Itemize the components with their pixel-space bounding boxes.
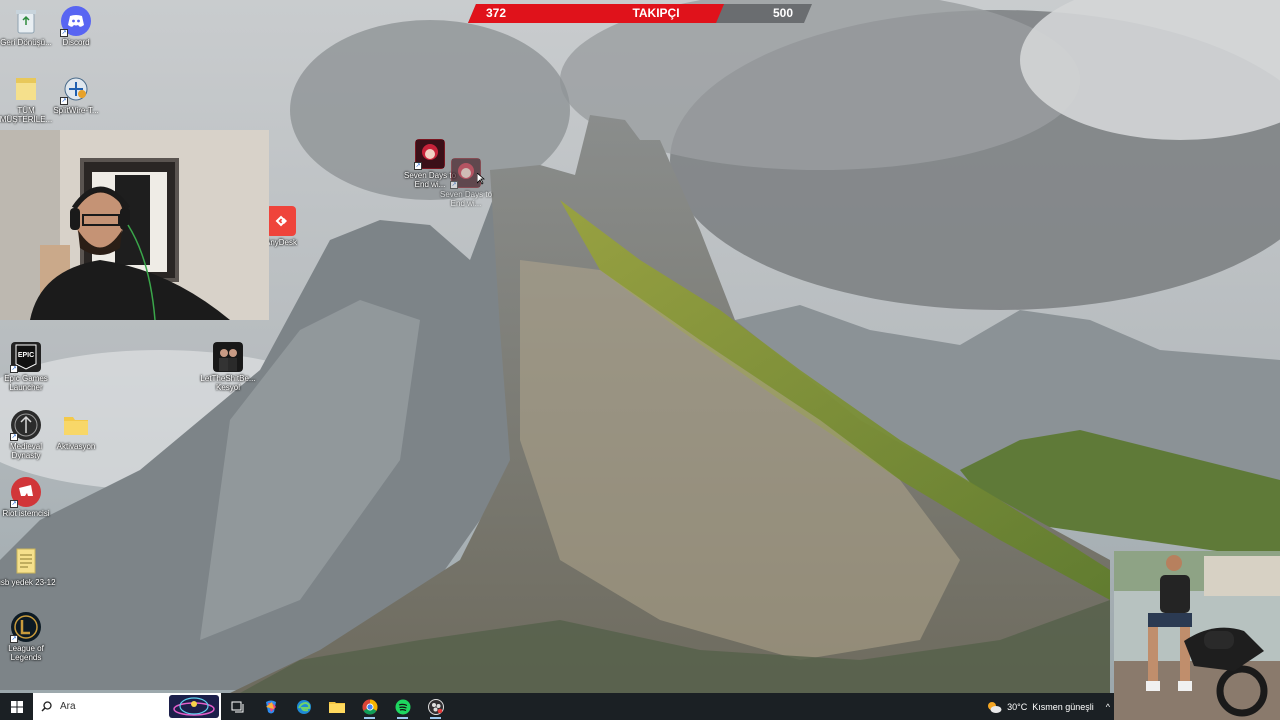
windows-logo-icon [10,700,23,713]
edge-button[interactable] [287,693,320,720]
edge-icon [296,699,311,714]
epic-games-icon: EPIC ↗ [10,342,41,373]
desktop-icon-recycle-bin[interactable]: Geri Dönüşü... [0,6,52,47]
desktop-icon-label: Seven Days to End wi... [439,190,493,208]
weather-temperature: 30°C [1007,701,1028,712]
search-highlight-image [169,695,219,718]
chrome-icon [362,699,377,714]
goal-label: TAKIPÇI [632,6,680,20]
desktop-icon-splitwire[interactable]: ↗ SplitWire-T... [50,74,102,115]
webcam-overlay-secondary [1114,551,1280,720]
desktop-icon-label: Discord [62,38,90,47]
file-explorer-icon [328,702,345,713]
folder-icon [11,74,41,104]
desktop-icon-label: Riot istemcisi [2,509,50,518]
system-tray: 30°C Kısmen güneşli ^ [986,693,1114,720]
folder-icon [61,410,91,440]
show-hidden-icons-chevron-icon[interactable]: ^ [1106,702,1110,712]
text-file-icon [11,546,41,576]
weather-widget[interactable]: 30°C Kısmen güneşli [986,700,1094,714]
search-icon [41,701,52,712]
desktop-icon-medieval-dynasty[interactable]: ↗ Medieval Dynasty [0,410,52,460]
desktop-wallpaper [0,0,1280,720]
start-button[interactable] [0,693,33,720]
discord-icon: ↗ [60,6,91,37]
desktop-icon-riot[interactable]: ↗ Riot istemcisi [0,477,52,518]
splitwire-icon: ↗ [60,74,91,105]
medieval-dynasty-icon: ↗ [10,410,41,441]
desktop-icon-folder-musteriler[interactable]: TÜM MÜŞTERİLE... [0,74,52,124]
follower-goal-bar: 372 TAKIPÇI 500 [468,4,812,23]
goal-target-count: 500 [773,6,794,20]
desktop-icon-label: Epic Games Launcher [4,374,48,392]
desktop-icon-label: LetTheShitBe... Kesyol [200,374,256,392]
file-explorer-button[interactable] [320,693,353,720]
desktop-icon-aktivasyon[interactable]: Aktivasyon [50,410,102,451]
partly-sunny-icon [988,701,1002,713]
chrome-button[interactable] [353,693,386,720]
desktop-icon-movie[interactable]: LetTheShitBe... Kesyol [200,342,256,392]
riot-icon: ↗ [10,477,41,508]
desktop-icon-label: usb yedek 23-12 [0,578,56,587]
desktop-icon-label: League of Legends [8,644,44,662]
svg-text:EPIC: EPIC [18,352,34,359]
webcam-overlay [0,130,269,320]
task-view-button[interactable] [221,693,254,720]
taskbar: Ara 30°C Kısmen güneşli ^ [0,693,1114,720]
taskbar-search-box[interactable]: Ara [33,693,221,720]
spotify-icon [395,699,410,714]
recycle-bin-icon [11,6,41,36]
search-placeholder: Ara [60,701,76,712]
league-icon: ↗ [10,612,41,643]
mouse-cursor-icon [476,172,486,190]
desktop-icon-discord[interactable]: ↗ Discord [50,6,102,47]
desktop-icon-usb-yedek[interactable]: usb yedek 23-12 [0,546,56,587]
weather-condition: Kısmen güneşli [1032,701,1094,712]
copilot-icon [265,700,276,713]
goal-current-count: 372 [486,6,507,20]
anydesk-icon [266,206,296,236]
movie-icon [213,342,243,372]
desktop-icon-league[interactable]: ↗ League of Legends [0,612,52,662]
obs-icon [427,698,444,715]
obs-button[interactable] [419,693,452,720]
desktop-icon-epic-games[interactable]: EPIC ↗ Epic Games Launcher [0,342,52,392]
spotify-button[interactable] [386,693,419,720]
desktop-icon-label: SplitWire-T... [53,106,99,115]
copilot-button[interactable] [254,693,287,720]
task-view-icon [231,701,243,712]
desktop-icon-label: Aktivasyon [56,442,96,451]
